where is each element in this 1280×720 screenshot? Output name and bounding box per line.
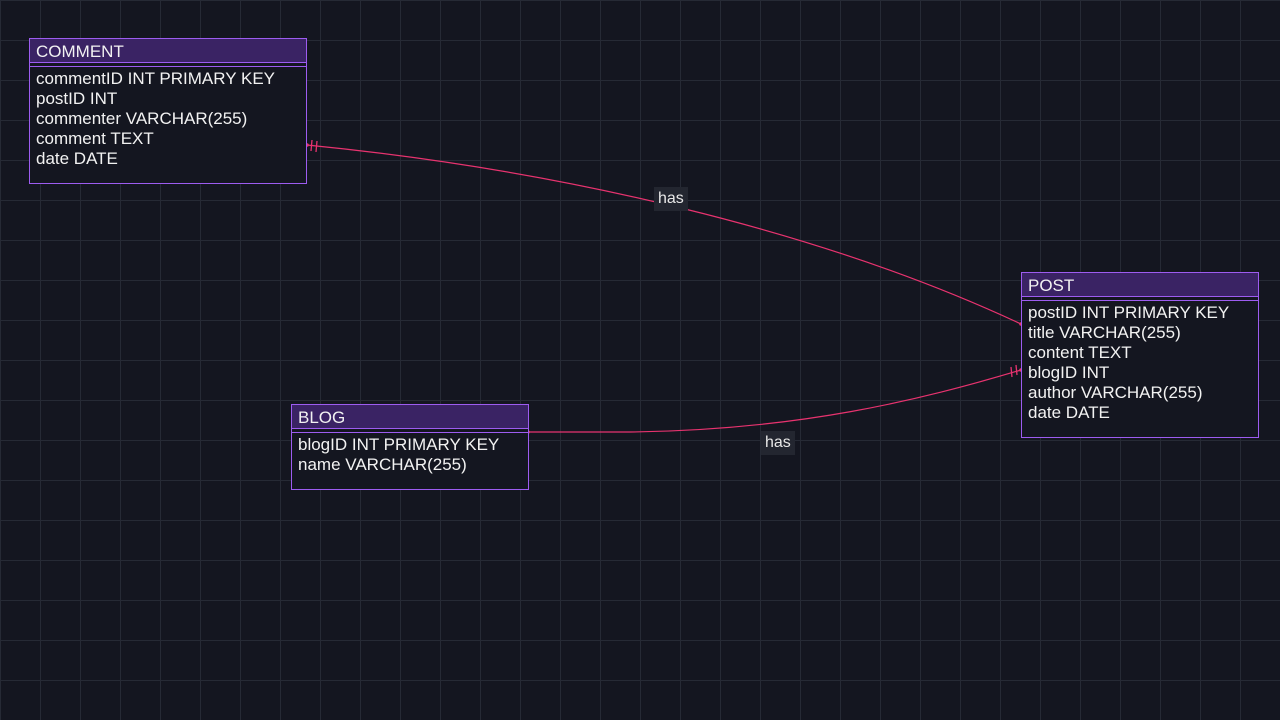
relationship-label-blog-post[interactable]: has bbox=[761, 431, 795, 455]
entity-attributes: blogID INT PRIMARY KEY name VARCHAR(255) bbox=[292, 429, 528, 479]
entity-attributes: commentID INT PRIMARY KEY postID INT com… bbox=[30, 63, 306, 173]
attribute: blogID INT PRIMARY KEY bbox=[298, 435, 500, 454]
entity-blog[interactable]: BLOG blogID INT PRIMARY KEY name VARCHAR… bbox=[291, 404, 529, 490]
cardinality-one-mark-post bbox=[1010, 364, 1018, 378]
relationship-label-comment-post[interactable]: has bbox=[654, 187, 688, 211]
entity-title: POST bbox=[1022, 273, 1258, 301]
relationship-line-comment-post[interactable] bbox=[306, 144, 1022, 325]
attribute: name VARCHAR(255) bbox=[298, 455, 467, 474]
attribute: date DATE bbox=[1028, 403, 1110, 422]
attribute: commentID INT PRIMARY KEY bbox=[36, 69, 276, 88]
attribute: comment TEXT bbox=[36, 129, 154, 148]
relationship-line-blog-post[interactable] bbox=[528, 369, 1022, 433]
entity-post[interactable]: POST postID INT PRIMARY KEY title VARCHA… bbox=[1021, 272, 1259, 438]
attribute: author VARCHAR(255) bbox=[1028, 383, 1203, 402]
attribute: title VARCHAR(255) bbox=[1028, 323, 1181, 342]
entity-comment[interactable]: COMMENT commentID INT PRIMARY KEY postID… bbox=[29, 38, 307, 184]
diagram-canvas[interactable]: COMMENT commentID INT PRIMARY KEY postID… bbox=[0, 0, 1280, 720]
entity-title: BLOG bbox=[292, 405, 528, 433]
attribute: commenter VARCHAR(255) bbox=[36, 109, 248, 128]
attribute: postID INT bbox=[36, 89, 118, 108]
attribute: blogID INT bbox=[1028, 363, 1110, 382]
attribute: content TEXT bbox=[1028, 343, 1132, 362]
entity-title: COMMENT bbox=[30, 39, 306, 67]
attribute: postID INT PRIMARY KEY bbox=[1028, 303, 1230, 322]
entity-attributes: postID INT PRIMARY KEY title VARCHAR(255… bbox=[1022, 297, 1258, 427]
attribute: date DATE bbox=[36, 149, 118, 168]
